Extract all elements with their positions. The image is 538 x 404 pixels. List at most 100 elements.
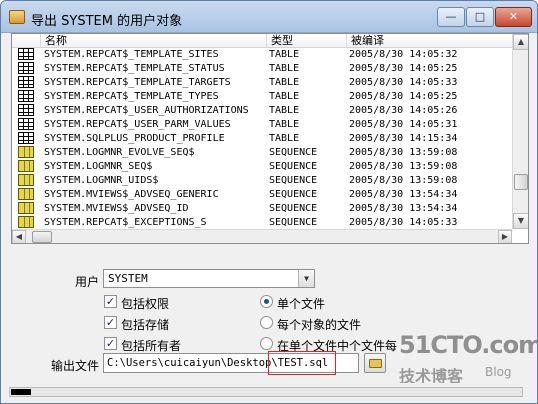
table-icon xyxy=(18,104,34,116)
browse-folder-button[interactable] xyxy=(364,353,386,373)
compiled-date: 2005/8/30 14:05:25 xyxy=(349,91,458,102)
window-title: 导出 SYSTEM 的用户对象 xyxy=(31,14,183,29)
sequence-icon xyxy=(18,146,34,158)
object-type: TABLE xyxy=(269,105,300,116)
object-type: SEQUENCE xyxy=(269,175,318,186)
list-item[interactable]: SYSTEM.MVIEWS$_ADVSEQ_ID SEQUENCE 2005/8/3… xyxy=(12,202,512,216)
scroll-up-arrow-icon[interactable]: ▲ xyxy=(513,34,528,50)
export-dialog-window: 导出 SYSTEM 的用户对象 — □ ✕ 名称 类型 被编译 SYSTEM.R… xyxy=(0,0,538,404)
progress-bar xyxy=(9,387,523,397)
vertical-scrollbar[interactable]: ▲ ▼ xyxy=(512,34,528,229)
object-name: SYSTEM.LOGMNR_EVOLVE_SEQ$ xyxy=(44,147,195,158)
filename-highlight-box xyxy=(268,351,336,375)
object-name: SYSTEM.REPCAT$_USER_AUTHORIZATIONS xyxy=(44,105,249,116)
sequence-icon xyxy=(18,174,34,186)
single-file-radio[interactable] xyxy=(260,295,273,308)
object-name: SYSTEM.LOGMNR_SEQ$ xyxy=(44,161,153,172)
user-label: 用户 xyxy=(75,275,100,289)
column-header-compiled[interactable]: 被编译 xyxy=(346,34,512,48)
object-type: SEQUENCE xyxy=(269,217,318,228)
object-type: SEQUENCE xyxy=(269,161,318,172)
object-type: TABLE xyxy=(269,49,300,60)
object-name: SYSTEM.MVIEWS$_ADVSEQ_GENERIC xyxy=(44,189,219,200)
include-storage-checkbox[interactable]: ✓ xyxy=(104,316,117,329)
include-privileges-checkbox[interactable]: ✓ xyxy=(104,295,117,308)
scroll-down-arrow-icon[interactable]: ▼ xyxy=(513,213,528,229)
file-per-object-label: 每个对象的文件 xyxy=(277,318,362,332)
column-header-name[interactable]: 名称 xyxy=(40,34,266,48)
compiled-date: 2005/8/30 13:54:34 xyxy=(349,189,458,200)
list-item[interactable]: SYSTEM.LOGMNR_UIDS$ SEQUENCE 2005/8/30 13:… xyxy=(12,174,512,188)
table-icon xyxy=(18,118,34,130)
list-item[interactable]: SYSTEM.LOGMNR_SEQ$ SEQUENCE 2005/8/30 13:5… xyxy=(12,160,512,174)
table-icon xyxy=(18,132,34,144)
object-name: SYSTEM.MVIEWS$_ADVSEQ_ID xyxy=(44,203,189,214)
list-item[interactable]: SYSTEM.REPCAT$_TEMPLATE_SITES TABLE 2005/8… xyxy=(12,48,512,62)
scroll-right-arrow-icon[interactable]: ▶ xyxy=(498,230,512,243)
include-privileges-label: 包括权限 xyxy=(121,297,170,311)
horizontal-scroll-thumb[interactable] xyxy=(32,231,52,243)
object-list[interactable]: 名称 类型 被编译 SYSTEM.REPCAT$_TEMPLATE_SITES T… xyxy=(11,33,529,244)
sequence-icon xyxy=(18,216,34,228)
object-type: TABLE xyxy=(269,77,300,88)
vertical-scroll-thumb[interactable] xyxy=(514,174,528,190)
close-button[interactable]: ✕ xyxy=(495,7,532,27)
list-item[interactable]: SYSTEM.MVIEWS$_ADVSEQ_GENERIC SEQUENCE 200… xyxy=(12,188,512,202)
list-item[interactable]: SYSTEM.REPCAT$_USER_PARM_VALUES TABLE 2005… xyxy=(12,118,512,132)
minimize-button[interactable]: — xyxy=(437,7,465,27)
compiled-date: 2005/8/30 13:59:08 xyxy=(349,175,458,186)
user-select-value: SYSTEM xyxy=(108,272,148,285)
table-icon xyxy=(18,62,34,74)
compiled-date: 2005/8/30 13:59:08 xyxy=(349,161,458,172)
object-type: TABLE xyxy=(269,91,300,102)
object-name: SYSTEM.SQLPLUS_PRODUCT_PROFILE xyxy=(44,133,225,144)
compiled-date: 2005/8/30 14:05:26 xyxy=(349,105,458,116)
object-type: SEQUENCE xyxy=(269,147,318,158)
list-item[interactable]: SYSTEM.SQLPLUS_PRODUCT_PROFILE TABLE 2005/… xyxy=(12,132,512,146)
list-item[interactable]: SYSTEM.REPCAT$_TEMPLATE_STATUS TABLE 2005/… xyxy=(12,62,512,76)
list-item[interactable]: SYSTEM.LOGMNR_EVOLVE_SEQ$ SEQUENCE 2005/8/… xyxy=(12,146,512,160)
app-icon xyxy=(9,10,25,24)
output-file-label: 输出文件 xyxy=(51,359,100,373)
single-file-label: 单个文件 xyxy=(277,297,326,311)
single-file-each-radio[interactable] xyxy=(260,337,273,350)
title-bar[interactable]: 导出 SYSTEM 的用户对象 — □ ✕ xyxy=(1,1,537,33)
watermark: 51CTO.com 技术博客 Blog xyxy=(399,331,538,391)
compiled-date: 2005/8/30 14:05:25 xyxy=(349,63,458,74)
include-owner-checkbox[interactable]: ✓ xyxy=(104,337,117,350)
object-type: TABLE xyxy=(269,119,300,130)
object-name: SYSTEM.REPCAT$_EXCEPTIONS_S xyxy=(44,217,207,228)
object-type: TABLE xyxy=(269,63,300,74)
object-name: SYSTEM.REPCAT$_USER_PARM_VALUES xyxy=(44,119,231,130)
folder-icon xyxy=(369,359,382,368)
horizontal-scrollbar[interactable]: ◀ ▶ xyxy=(12,229,512,243)
maximize-button[interactable]: □ xyxy=(466,7,494,27)
dropdown-arrow-icon[interactable]: ▼ xyxy=(298,270,314,287)
column-header-type[interactable]: 类型 xyxy=(266,34,346,48)
table-icon xyxy=(18,90,34,102)
include-storage-label: 包括存储 xyxy=(121,318,170,332)
file-per-object-radio[interactable] xyxy=(260,316,273,329)
compiled-date: 2005/8/30 14:05:32 xyxy=(349,49,458,60)
list-item[interactable]: SYSTEM.REPCAT$_EXCEPTIONS_S SEQUENCE 2005/… xyxy=(12,216,512,230)
list-item[interactable]: SYSTEM.REPCAT$_USER_AUTHORIZATIONS TABLE 2… xyxy=(12,104,512,118)
object-name: SYSTEM.REPCAT$_TEMPLATE_TARGETS xyxy=(44,77,231,88)
object-type: SEQUENCE xyxy=(269,189,318,200)
progress-indicator xyxy=(11,389,31,395)
object-type: TABLE xyxy=(269,133,300,144)
watermark-blog: Blog xyxy=(485,365,512,379)
list-item[interactable]: SYSTEM.REPCAT$_TEMPLATE_TYPES TABLE 2005/8… xyxy=(12,90,512,104)
table-icon xyxy=(18,48,34,60)
compiled-date: 2005/8/30 13:59:08 xyxy=(349,147,458,158)
object-name: SYSTEM.REPCAT$_TEMPLATE_STATUS xyxy=(44,63,225,74)
list-item[interactable]: SYSTEM.REPCAT$_TEMPLATE_TARGETS TABLE 2005… xyxy=(12,76,512,90)
object-type: SEQUENCE xyxy=(269,203,318,214)
compiled-date: 2005/8/30 14:05:31 xyxy=(349,119,458,130)
list-rows: SYSTEM.REPCAT$_TEMPLATE_SITES TABLE 2005/8… xyxy=(12,48,512,243)
user-select[interactable]: SYSTEM ▼ xyxy=(103,269,315,288)
compiled-date: 2005/8/30 14:05:33 xyxy=(349,217,458,228)
watermark-logo-text: 51CTO.com xyxy=(399,331,538,359)
sequence-icon xyxy=(18,202,34,214)
scroll-left-arrow-icon[interactable]: ◀ xyxy=(12,230,26,243)
object-name: SYSTEM.LOGMNR_UIDS$ xyxy=(44,175,159,186)
